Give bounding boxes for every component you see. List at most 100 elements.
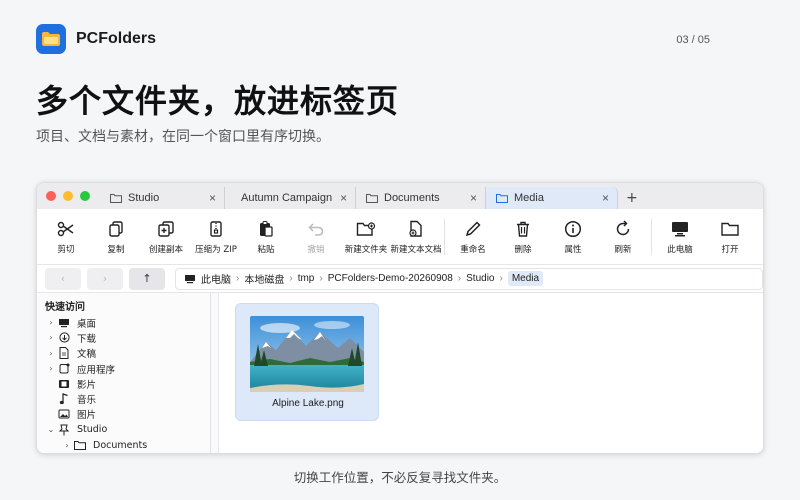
tool-label: 此电脑	[667, 244, 693, 255]
film-icon	[59, 379, 69, 388]
rename-pen-icon	[465, 220, 481, 236]
sidebar-item-studio-documents[interactable]: › Documents	[45, 437, 210, 452]
sidebar-item-studio[interactable]: ⌄ Studio	[45, 422, 210, 437]
breadcrumb-item[interactable]: 本地磁盘	[244, 271, 284, 286]
sidebar-item-desktop[interactable]: › 桌面	[45, 315, 210, 330]
back-button[interactable]: ‹	[45, 267, 81, 290]
chevron-right-icon[interactable]: ›	[45, 364, 57, 373]
zip-icon	[210, 220, 222, 237]
compress-zip-button[interactable]: 压缩为 ZIP	[191, 219, 241, 255]
breadcrumb-item[interactable]: Studio	[466, 273, 494, 284]
new-tab-button[interactable]: +	[618, 187, 646, 209]
properties-button[interactable]: 属性	[548, 219, 598, 255]
file-list: Alpine Lake.png	[219, 293, 763, 453]
sidebar-item-applications[interactable]: › 应用程序	[45, 361, 210, 376]
tab-close-icon[interactable]: ×	[340, 191, 347, 205]
tab-studio[interactable]: Studio ×	[100, 187, 225, 209]
tab-documents[interactable]: Documents ×	[356, 187, 486, 209]
music-icon	[59, 393, 68, 405]
toolbar: 剪切 复制 创建副本 压缩为 ZIP 粘贴 撤销 新建文件夹 新建文本文档 重命…	[37, 209, 763, 265]
chevron-right-icon[interactable]: ›	[61, 441, 73, 450]
download-icon	[58, 332, 70, 344]
new-text-document-button[interactable]: 新建文本文档	[391, 219, 442, 255]
window-controls	[37, 183, 100, 209]
chevron-right-icon[interactable]: ›	[45, 318, 57, 327]
sidebar-item-pictures[interactable]: 图片	[45, 407, 210, 422]
sidebar-item-music[interactable]: 音乐	[45, 391, 210, 406]
chevron-right-icon[interactable]: ›	[45, 333, 57, 342]
sidebar-item-label: Documents	[93, 439, 148, 451]
monitor-icon	[185, 274, 195, 283]
duplicate-icon	[158, 220, 174, 237]
tab-label: Autumn Campaign	[241, 192, 333, 204]
more-button[interactable]: 更	[755, 219, 763, 255]
app-name: PCFolders	[76, 30, 157, 47]
up-button[interactable]: ↑	[129, 267, 165, 290]
sidebar-item-label: 图片	[77, 410, 97, 422]
new-text-doc-icon	[409, 220, 422, 237]
document-icon	[59, 347, 69, 360]
navigation-bar: ‹ › ↑ 此电脑 › 本地磁盘 › tmp › PCFolders-Demo-…	[37, 265, 763, 293]
open-button[interactable]: 打开	[705, 219, 755, 255]
undo-button[interactable]: 撤销	[291, 219, 341, 255]
info-icon	[564, 220, 582, 237]
tab-label: Documents	[384, 192, 440, 204]
open-folder-icon	[721, 222, 739, 236]
tool-label: 新建文件夹	[344, 244, 388, 255]
duplicate-button[interactable]: 创建副本	[141, 219, 191, 255]
breadcrumb-item[interactable]: 此电脑	[201, 271, 231, 286]
minimize-window-button[interactable]	[63, 191, 73, 201]
file-item-alpine-lake[interactable]: Alpine Lake.png	[235, 303, 379, 421]
sidebar-item-label: 音乐	[77, 395, 97, 407]
breadcrumb-separator: ›	[319, 273, 323, 284]
apps-icon	[59, 363, 69, 374]
breadcrumb-separator: ›	[236, 273, 240, 284]
folder-icon	[496, 194, 508, 203]
cut-button[interactable]: 剪切	[41, 219, 91, 255]
tab-label: Media	[514, 192, 544, 204]
delete-button[interactable]: 删除	[498, 219, 548, 255]
chevron-down-icon[interactable]: ⌄	[45, 425, 57, 434]
tab-close-icon[interactable]: ×	[209, 191, 216, 205]
breadcrumb-current[interactable]: Media	[507, 271, 544, 286]
tool-label: 复制	[107, 244, 125, 255]
close-window-button[interactable]	[46, 191, 56, 201]
scissors-icon	[57, 221, 74, 236]
caption: 切换工作位置，不必反复寻找文件夹。	[293, 470, 507, 485]
copy-button[interactable]: 复制	[91, 219, 141, 255]
forward-button[interactable]: ›	[87, 267, 123, 290]
page-counter: 03 / 05	[676, 34, 710, 46]
tool-label: 重命名	[460, 244, 486, 255]
image-thumbnail	[250, 316, 364, 392]
breadcrumb-item[interactable]: tmp	[298, 273, 315, 284]
rename-button[interactable]: 重命名	[448, 219, 498, 255]
chevron-right-icon[interactable]: ›	[45, 349, 57, 358]
picture-icon	[58, 409, 70, 419]
new-folder-button[interactable]: 新建文件夹	[341, 219, 391, 255]
tool-label: 撤销	[307, 244, 325, 255]
tab-close-icon[interactable]: ×	[470, 191, 477, 205]
sidebar-item-label: 下载	[77, 333, 97, 345]
tab-media[interactable]: Media ×	[486, 187, 618, 209]
this-pc-button[interactable]: 此电脑	[655, 219, 705, 255]
sidebar-item-documents[interactable]: › 文稿	[45, 346, 210, 361]
sidebar-item-label: 桌面	[77, 318, 97, 330]
tab-autumn-campaign[interactable]: Autumn Campaign ×	[225, 187, 356, 209]
tab-close-icon[interactable]: ×	[602, 191, 609, 205]
paste-button[interactable]: 粘贴	[241, 219, 291, 255]
breadcrumb-item[interactable]: PCFolders-Demo-20260908	[328, 273, 453, 284]
sidebar-title: 快速访问	[45, 302, 85, 313]
sidebar-item-downloads[interactable]: › 下载	[45, 330, 210, 345]
sidebar: 快速访问 › 桌面 › 下载 › 文稿 › 应用程序 影片 音乐 图片 ⌄ St…	[37, 293, 211, 453]
breadcrumb-separator: ›	[499, 273, 503, 284]
breadcrumb-separator: ›	[457, 273, 462, 284]
refresh-button[interactable]: 刷新	[598, 219, 648, 255]
folder-icon	[110, 194, 122, 203]
refresh-icon	[616, 219, 630, 235]
zoom-window-button[interactable]	[80, 191, 90, 201]
brand: PCFolders	[36, 24, 156, 54]
sidebar-item-movies[interactable]: 影片	[45, 376, 210, 391]
tool-label: 压缩为 ZIP	[195, 244, 237, 255]
sidebar-item-label: 应用程序	[77, 364, 116, 376]
sidebar-splitter[interactable]	[211, 293, 219, 453]
